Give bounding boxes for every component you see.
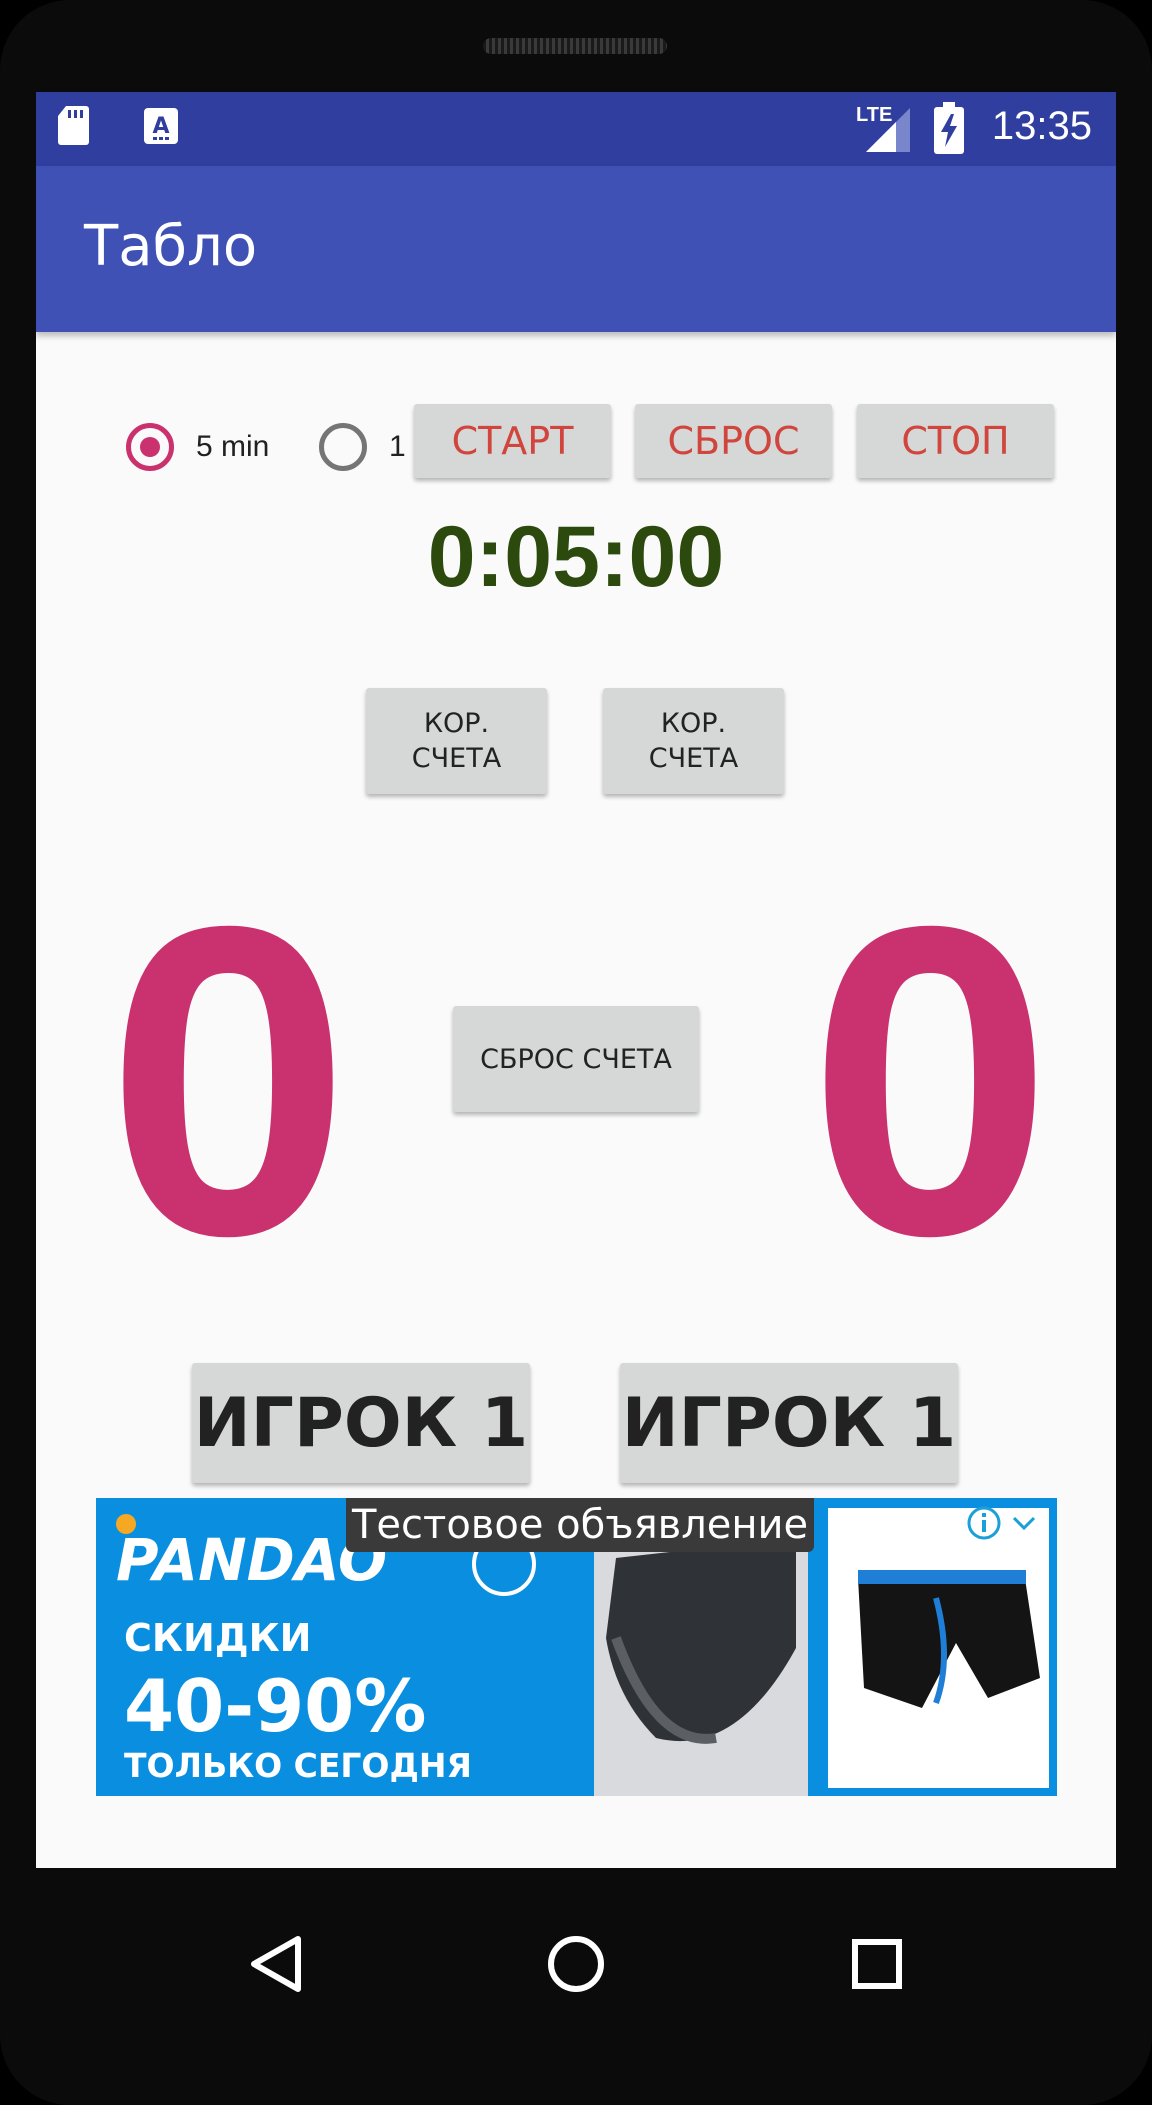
correct-score-left-button[interactable]: КОР. СЧЕТА <box>366 688 547 794</box>
screen: A LTE 13:35 Табло 5 min 1 СТАРТ СБРОС СТ… <box>36 92 1116 1868</box>
ad-line3: ТОЛЬКО СЕГОДНЯ <box>124 1746 472 1785</box>
test-ad-label: Тестовое объявление <box>346 1498 815 1552</box>
back-icon[interactable] <box>251 1936 301 1992</box>
sd-card-icon <box>58 106 89 145</box>
stop-button[interactable]: СТОП <box>857 404 1054 478</box>
correct-score-right-button[interactable]: КОР. СЧЕТА <box>603 688 784 794</box>
timer-display: 0:05:00 <box>427 509 725 605</box>
speaker-grille <box>483 38 667 54</box>
ad-chevron-down-icon[interactable] <box>1001 1506 1037 1542</box>
app-bar: Табло <box>36 166 1116 332</box>
radio-option-5min[interactable]: 5 min <box>126 423 269 471</box>
recents-icon[interactable] <box>852 1939 902 1989</box>
start-button[interactable]: СТАРТ <box>414 404 611 478</box>
ad-info-icon[interactable] <box>961 1506 997 1542</box>
player-left-button[interactable]: ИГРОК 1 <box>192 1363 530 1483</box>
signal-icon <box>866 108 910 152</box>
phone-frame: A LTE 13:35 Табло 5 min 1 СТАРТ СБРОС СТ… <box>0 0 1152 2105</box>
home-icon[interactable] <box>548 1936 604 1992</box>
reset-score-button[interactable]: СБРОС СЧЕТА <box>453 1006 699 1112</box>
nav-bar <box>251 1936 902 1992</box>
battery-charging-icon <box>934 102 964 154</box>
status-clock: 13:35 <box>991 104 1092 148</box>
app-title: Табло <box>84 214 258 279</box>
status-bar: A LTE 13:35 <box>36 92 1116 166</box>
player-right-button[interactable]: ИГРОК 1 <box>620 1363 958 1483</box>
score-left: 0 <box>106 836 351 1327</box>
ad-line2: 40-90% <box>124 1664 427 1748</box>
radio-label-5min: 5 min <box>196 430 270 463</box>
radio-selected-icon[interactable] <box>126 423 174 471</box>
app-notification-icon: A <box>144 108 178 144</box>
radio-label-1: 1 <box>389 430 406 463</box>
ad-line1: СКИДКИ <box>124 1616 312 1660</box>
reset-timer-button[interactable]: СБРОС <box>635 404 832 478</box>
svg-text:A: A <box>152 114 169 139</box>
radio-unselected-icon[interactable] <box>319 423 367 471</box>
score-right: 0 <box>808 836 1053 1327</box>
